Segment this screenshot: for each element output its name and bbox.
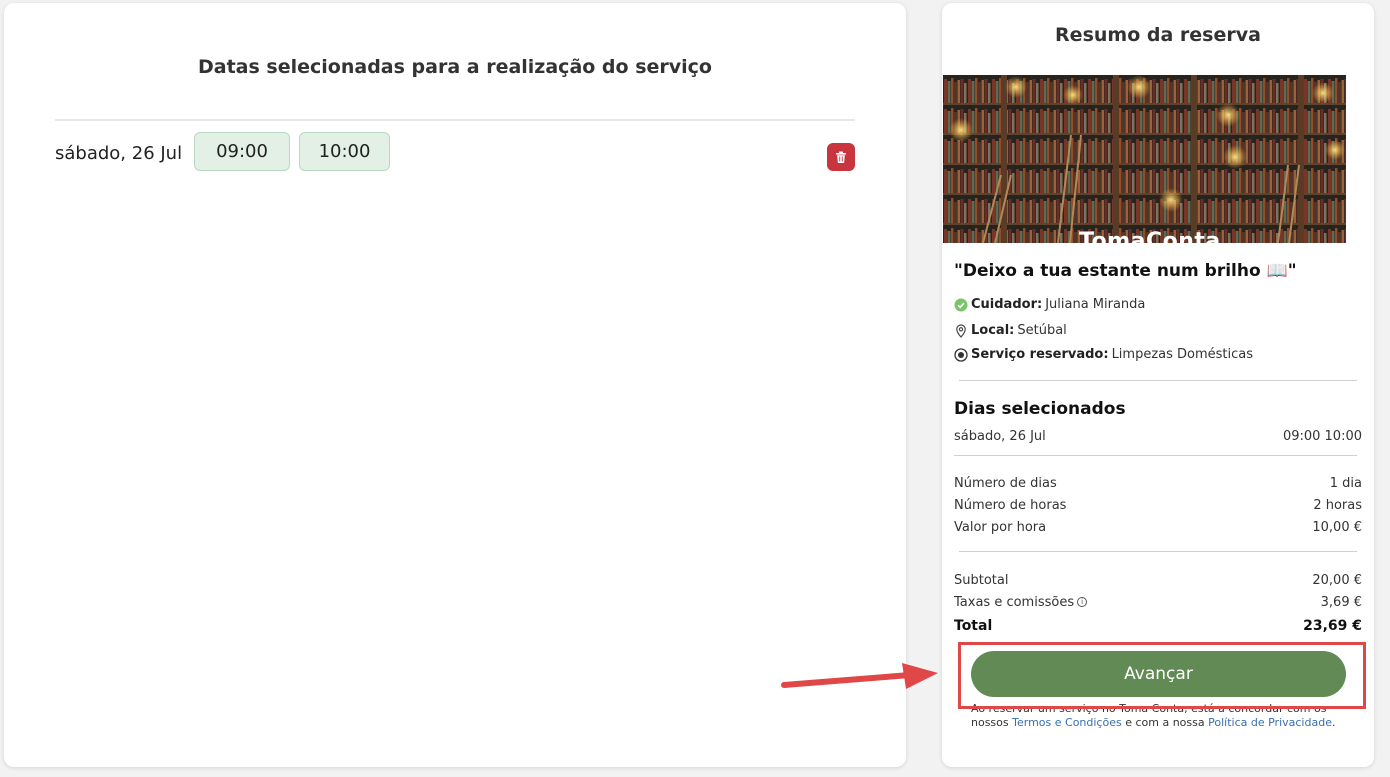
- hourly-rate-label: Valor por hora: [954, 520, 1047, 535]
- caregiver-value: Juliana Miranda: [1045, 297, 1146, 312]
- location-label: Local:: [971, 323, 1015, 338]
- end-time-chip[interactable]: 10:00: [299, 132, 390, 171]
- caregiver-line: Cuidador: Juliana Miranda: [954, 297, 1145, 312]
- divider: [55, 119, 855, 121]
- selected-days-heading: Dias selecionados: [954, 399, 1126, 419]
- service-value: Limpezas Domésticas: [1111, 347, 1254, 362]
- num-hours-row: Número de horas 2 horas: [954, 498, 1362, 513]
- info-icon[interactable]: i: [1077, 597, 1088, 607]
- hourly-rate-row: Valor por hora 10,00 €: [954, 520, 1362, 535]
- total-row: Total 23,69 €: [954, 618, 1362, 634]
- total-label: Total: [954, 618, 993, 634]
- advance-button[interactable]: Avançar: [971, 651, 1346, 697]
- legal-notice: Ao reservar um serviço no Toma Conta, es…: [971, 702, 1339, 730]
- selected-day-row: sábado, 26 Jul 09:00 10:00: [954, 429, 1362, 444]
- caregiver-label: Cuidador:: [971, 297, 1043, 312]
- total-value: 23,69 €: [1303, 618, 1362, 634]
- legal-suffix: .: [1331, 716, 1336, 729]
- summary-title: Resumo da reserva: [1055, 24, 1261, 46]
- fees-row: Taxas e comissões i 3,69 €: [954, 595, 1362, 610]
- banner-brand-logo: TomaConta: [1079, 229, 1221, 243]
- divider: [954, 455, 1357, 456]
- hourly-rate-value: 10,00 €: [1312, 520, 1362, 535]
- date-row: sábado, 26 Jul 09:00 10:00: [55, 132, 855, 174]
- privacy-link[interactable]: Política de Privacidade: [1208, 716, 1332, 729]
- arrow-right-icon: [781, 663, 938, 689]
- service-line: Serviço reservado: Limpezas Domésticas: [954, 347, 1253, 362]
- subtotal-label: Subtotal: [954, 573, 1009, 588]
- fees-value: 3,69 €: [1320, 595, 1362, 610]
- radio-dot-icon: [954, 347, 968, 362]
- location-value: Setúbal: [1017, 323, 1067, 338]
- subtotal-value: 20,00 €: [1312, 573, 1362, 588]
- divider: [959, 380, 1357, 381]
- num-hours-value: 2 horas: [1313, 498, 1362, 513]
- trash-icon: [836, 151, 846, 163]
- date-label: sábado, 26 Jul: [55, 143, 183, 164]
- location-line: Local: Setúbal: [954, 323, 1067, 338]
- subtotal-row: Subtotal 20,00 €: [954, 573, 1362, 588]
- start-time-chip[interactable]: 09:00: [194, 132, 290, 171]
- selected-dates-panel: Datas selecionadas para a realização do …: [4, 3, 906, 767]
- delete-date-button[interactable]: [827, 143, 855, 171]
- legal-middle: e com a nossa: [1125, 716, 1205, 729]
- selected-day-label: sábado, 26 Jul: [954, 429, 1046, 444]
- num-days-value: 1 dia: [1329, 476, 1362, 491]
- num-hours-label: Número de horas: [954, 498, 1067, 513]
- service-label: Serviço reservado:: [971, 347, 1109, 362]
- fees-label: Taxas e comissões: [954, 595, 1075, 610]
- selected-dates-title: Datas selecionadas para a realização do …: [198, 56, 712, 78]
- num-days-label: Número de dias: [954, 476, 1057, 491]
- bookshelf-illustration: [943, 75, 1346, 243]
- service-title: "Deixo a tua estante num brilho 📖": [954, 261, 1297, 281]
- num-days-row: Número de dias 1 dia: [954, 476, 1362, 491]
- check-circle-icon: [954, 298, 968, 311]
- map-pin-icon: [956, 323, 966, 338]
- divider: [959, 551, 1357, 552]
- selected-day-times: 09:00 10:00: [1282, 429, 1362, 444]
- terms-link[interactable]: Termos e Condições: [1012, 716, 1122, 729]
- service-banner-image: TomaConta: [943, 75, 1346, 243]
